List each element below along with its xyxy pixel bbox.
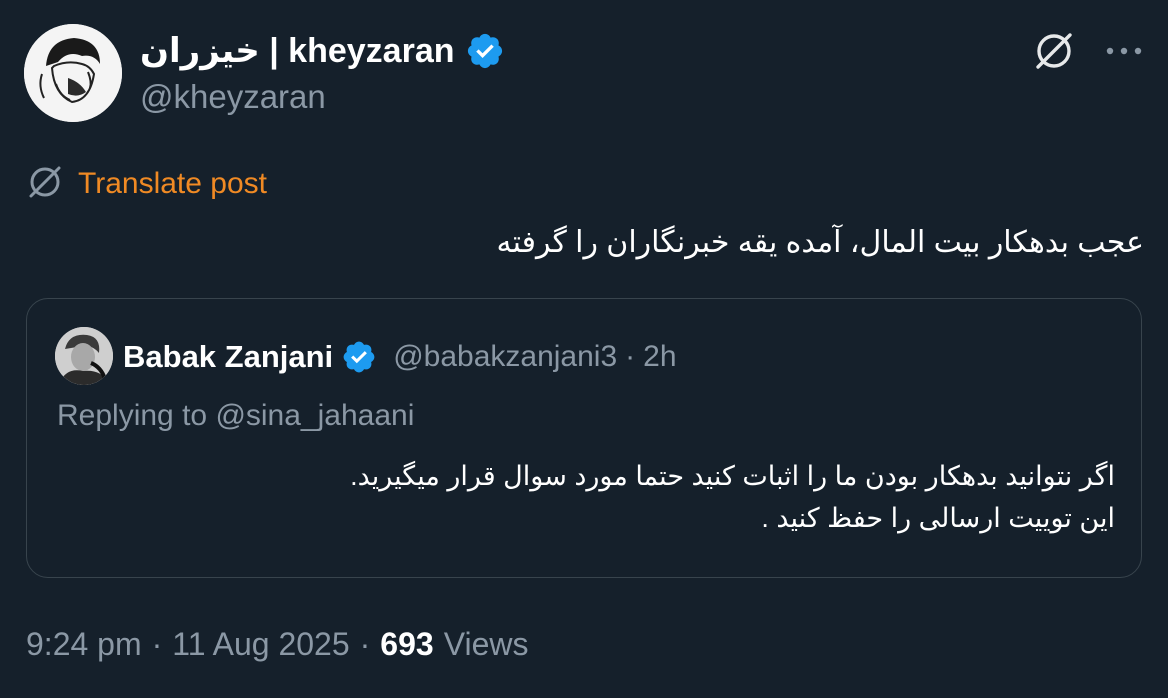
quoted-post-header: Babak Zanjani @babakzanjani3 · 2h: [123, 335, 677, 379]
avatar-photo: [55, 327, 113, 385]
grok-icon[interactable]: [1032, 29, 1076, 73]
meta-separator: ·: [151, 625, 163, 662]
verified-badge-icon[interactable]: [465, 31, 505, 71]
author-handle[interactable]: @kheyzaran: [140, 78, 326, 116]
views-count[interactable]: 693: [380, 626, 433, 663]
views-label: Views: [443, 625, 529, 662]
meta-separator: ·: [359, 625, 371, 662]
post-time[interactable]: 9:24 pm: [26, 626, 142, 663]
translate-post-label: Translate post: [78, 167, 267, 200]
quoted-post-text: اگر نتوانید بدهکار بودن ما را اثبات کنید…: [55, 455, 1115, 539]
quoted-author-name[interactable]: Babak Zanjani: [123, 339, 333, 375]
author-name-row: خیزران | kheyzaran: [140, 28, 505, 74]
quoted-author-handle[interactable]: @babakzanjani3: [393, 340, 617, 374]
replying-prefix: Replying to: [57, 399, 208, 432]
replying-to-handle[interactable]: @sina_jahaani: [215, 399, 414, 432]
post-meta: 9:24 pm · 11 Aug 2025 · 693 Views: [26, 622, 528, 666]
post-date[interactable]: 11 Aug 2025: [172, 626, 349, 663]
post-text: عجب بدهکار بیت المال، آمده یقه خبرنگاران…: [496, 226, 1145, 259]
quoted-header-separator: ·: [625, 340, 636, 373]
quoted-text-line-2: این توییت ارسالی را حفظ کنید .: [761, 503, 1115, 533]
quoted-replying-line: Replying to @sina_jahaani: [57, 399, 414, 433]
translate-post-button[interactable]: Translate post: [26, 164, 267, 204]
quoted-text-line-1: اگر نتوانید بدهکار بودن ما را اثبات کنید…: [350, 461, 1115, 491]
post-toolbar: [1032, 28, 1144, 74]
author-avatar[interactable]: [24, 24, 122, 122]
avatar-illustration: [24, 24, 122, 122]
quoted-post[interactable]: Babak Zanjani @babakzanjani3 · 2h Replyi…: [26, 298, 1142, 578]
author-display-name[interactable]: خیزران | kheyzaran: [140, 31, 455, 71]
quoted-author-avatar[interactable]: [55, 327, 113, 385]
grok-icon: [26, 163, 64, 206]
more-icon[interactable]: [1104, 45, 1144, 57]
verified-badge-icon[interactable]: [341, 339, 377, 375]
quoted-post-time[interactable]: 2h: [643, 340, 676, 374]
